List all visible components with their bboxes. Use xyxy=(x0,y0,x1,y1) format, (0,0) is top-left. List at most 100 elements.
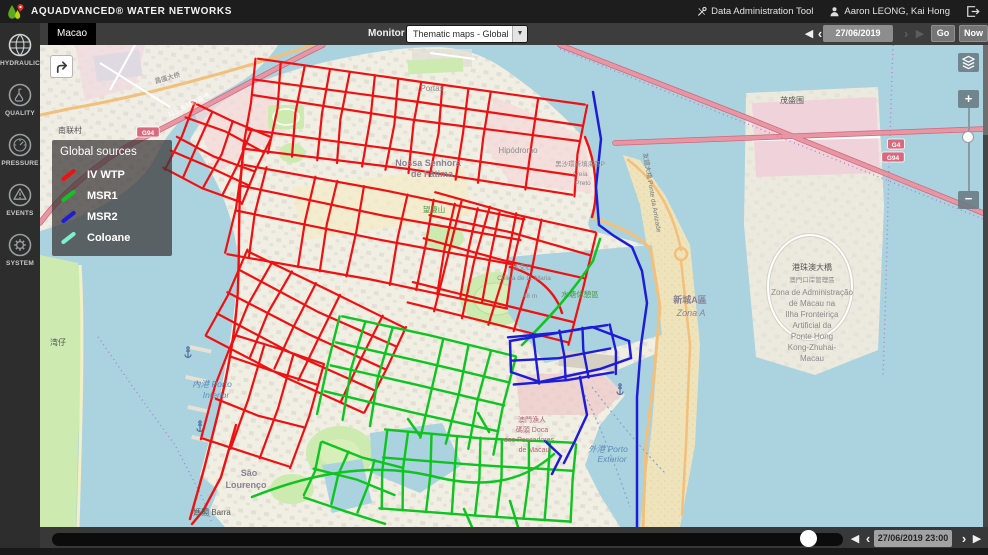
data-administration-tool-label: Data Administration Tool xyxy=(711,6,813,17)
map-label: Artificial da xyxy=(792,321,832,330)
gear-icon xyxy=(6,231,34,259)
user-menu[interactable]: Aaron LEONG, Kai Hong xyxy=(829,6,950,17)
app-window: AQUADVANCED® WATER NETWORKS Data Adminis… xyxy=(0,0,988,555)
legend-item-coloane: Coloane xyxy=(60,227,164,248)
map-label: 湾仔 xyxy=(50,337,66,347)
sidebar-item-pressure[interactable]: PRESSURE xyxy=(0,131,40,181)
timeline-slider-track[interactable] xyxy=(52,533,843,546)
map-canvas[interactable]: G94 G4 G94 Portas Hipódromo 茂盛围南联村湾仔 Nossa Se… xyxy=(40,45,983,527)
timeline-next-fast-button[interactable]: ▶ xyxy=(971,530,983,548)
sidebar-nav: HYDRAULIC QUALITY PRESSURE EVENTS SYSTEM xyxy=(0,23,40,555)
map-label: Preto xyxy=(575,180,591,187)
map-label: Exterior xyxy=(597,454,627,464)
map-label: 茂盛围 xyxy=(780,95,804,105)
zoom-out-button[interactable]: − xyxy=(958,191,979,209)
map-label: Hipódromo xyxy=(498,146,538,155)
legend-item-iv-wtp: IV WTP xyxy=(60,164,164,185)
map-label: II xyxy=(526,284,530,291)
map-label: Ilha Fronteiriça xyxy=(786,310,839,319)
legend-color-swatch xyxy=(61,231,77,245)
time-next-button[interactable]: › xyxy=(900,25,912,43)
toolbar: Macao Monitor Thematic maps - Global sou… xyxy=(40,23,988,45)
road-badge: G4 xyxy=(892,142,901,149)
app-title: AQUADVANCED® WATER NETWORKS xyxy=(31,6,232,17)
map-label: Kong-Zhuhai- xyxy=(788,343,837,352)
monitor-label: Monitor xyxy=(368,23,405,45)
sidebar-item-label: QUALITY xyxy=(5,110,35,117)
map-label: 馬交石 xyxy=(512,262,532,271)
legend-color-swatch xyxy=(61,189,77,203)
legend-item-label: MSR2 xyxy=(87,211,118,223)
back-button[interactable] xyxy=(50,55,73,78)
sidebar-item-label: EVENTS xyxy=(6,210,33,217)
bottom-strip xyxy=(0,548,988,555)
map-label: de Macau na xyxy=(789,299,836,308)
sidebar-item-label: PRESSURE xyxy=(1,160,38,167)
map-label: Nossa Senhora xyxy=(395,158,462,168)
go-button[interactable]: Go xyxy=(931,25,955,42)
map-label: 港珠澳大橋 xyxy=(792,262,832,272)
map-label: 望廈山 xyxy=(423,204,446,214)
map-label: São xyxy=(241,468,258,478)
flask-icon xyxy=(6,81,34,109)
map-legend: Global sources IV WTPMSR1MSR2Coloane xyxy=(52,140,172,256)
timeline-next-button[interactable]: › xyxy=(958,530,970,548)
map-label: dos Pescadores xyxy=(504,437,555,444)
now-button[interactable]: Now xyxy=(959,25,988,42)
legend-color-swatch xyxy=(61,168,77,182)
map-label: Interior xyxy=(203,390,231,400)
map-label: 新城A區 xyxy=(673,294,707,305)
map-label: Macau xyxy=(800,354,824,363)
map-label: Colina de D. Maria xyxy=(497,275,551,282)
zoom-in-button[interactable]: + xyxy=(958,90,979,108)
timeline-prev-fast-button[interactable]: ◀ xyxy=(849,530,861,548)
map-label: 內港 Porto xyxy=(192,379,232,389)
top-bar: AQUADVANCED® WATER NETWORKS Data Adminis… xyxy=(0,0,988,23)
legend-item-msr1: MSR1 xyxy=(60,185,164,206)
sidebar-item-hydraulic[interactable]: HYDRAULIC xyxy=(0,31,40,81)
globe-icon xyxy=(6,31,34,59)
road-badge: G94 xyxy=(142,130,155,137)
sidebar-item-quality[interactable]: QUALITY xyxy=(0,81,40,131)
datetime-input[interactable]: 27/06/2019 23:59 xyxy=(823,25,893,42)
map-label: Portas xyxy=(420,84,443,93)
map-label: 碼頭 Doca xyxy=(516,426,548,434)
user-name: Aaron LEONG, Kai Hong xyxy=(844,6,950,17)
sidebar-item-system[interactable]: SYSTEM xyxy=(0,231,40,281)
map-label: 南联村 xyxy=(58,125,82,135)
sidebar-item-events[interactable]: EVENTS xyxy=(0,181,40,231)
timeline-prev-button[interactable]: ‹ xyxy=(862,530,874,548)
sidebar-item-label: SYSTEM xyxy=(6,260,34,267)
legend-item-msr2: MSR2 xyxy=(60,206,164,227)
timeline-datetime-input[interactable]: 27/06/2019 23:00 xyxy=(874,530,952,547)
map-label: 媽閣 Barra xyxy=(193,507,231,517)
chevron-down-icon: ▼ xyxy=(512,26,527,42)
zoom-slider-handle[interactable] xyxy=(962,131,974,143)
legend-item-label: MSR1 xyxy=(87,190,118,202)
road-badge: G94 xyxy=(887,155,900,162)
map-label: de Macau xyxy=(519,447,550,454)
time-next-fast-button[interactable]: ▶ xyxy=(914,25,926,43)
logout-icon[interactable] xyxy=(966,5,980,18)
map-label: 澳門口岸管理區 xyxy=(789,275,835,284)
undo-arrow-icon xyxy=(54,59,69,74)
map-label: Areia xyxy=(572,171,588,178)
zoom-slider-track[interactable] xyxy=(968,108,970,191)
tools-icon xyxy=(696,6,707,17)
legend-item-label: IV WTP xyxy=(87,169,125,181)
layers-button[interactable] xyxy=(958,53,979,72)
map-label: Lourenço xyxy=(225,480,267,490)
map-scrollbar[interactable] xyxy=(983,45,988,527)
app-logo-icon xyxy=(5,3,25,21)
timeline-slider-handle[interactable] xyxy=(800,530,817,547)
legend-item-label: Coloane xyxy=(87,232,130,244)
monitor-select[interactable]: Thematic maps - Global sources ▼ xyxy=(406,25,528,43)
map-label: Ponte Hong xyxy=(791,332,833,341)
tab-macao[interactable]: Macao xyxy=(48,23,96,45)
warning-icon xyxy=(6,181,34,209)
map-label: Zona A xyxy=(676,308,706,318)
legend-color-swatch xyxy=(61,210,77,224)
user-icon xyxy=(829,6,840,17)
data-administration-tool-link[interactable]: Data Administration Tool xyxy=(696,6,813,17)
map-image: G94 G4 G94 Portas Hipódromo 茂盛围南联村湾仔 Nossa Se… xyxy=(40,45,983,527)
